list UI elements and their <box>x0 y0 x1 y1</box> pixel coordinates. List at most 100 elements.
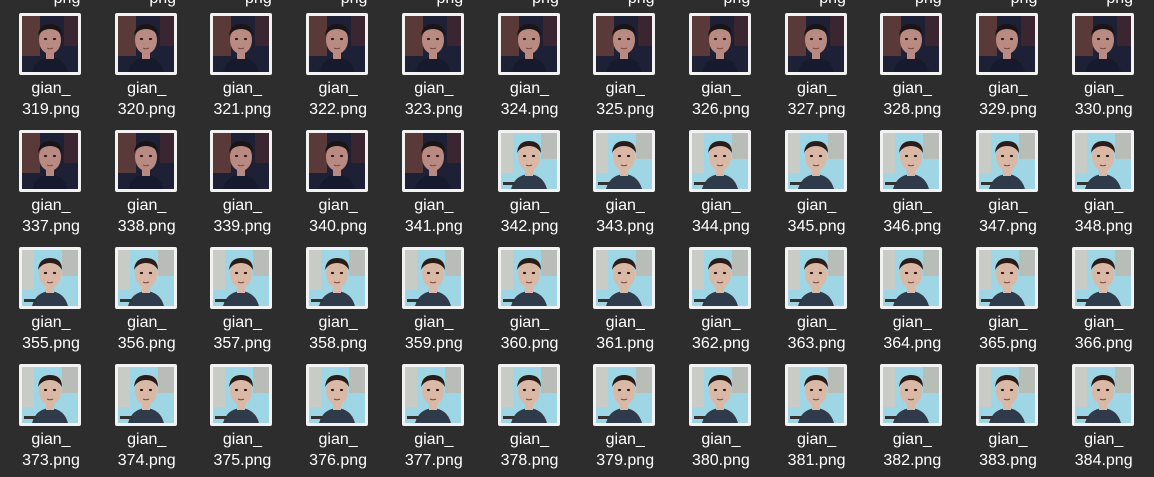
file-item[interactable]: gian_ 348.png <box>1056 130 1152 247</box>
file-item[interactable]: gian_ 321.png <box>194 13 290 130</box>
file-name-prefix: gian_ <box>318 314 358 331</box>
file-name-suffix: 343.png <box>596 218 655 235</box>
file-name-suffix: 325.png <box>596 101 655 118</box>
file-item[interactable]: gian_ 326.png <box>673 13 769 130</box>
file-item[interactable]: gian_ 345.png <box>769 130 865 247</box>
file-item[interactable]: gian_ 330.png <box>1056 13 1152 130</box>
file-name-label: gian_ 361.png <box>577 312 673 354</box>
file-item[interactable]: gian_ 341.png <box>386 130 482 247</box>
file-item[interactable]: gian_ 325.png <box>577 13 673 130</box>
file-name-suffix: 339.png <box>213 218 272 235</box>
file-name-label: gian_ 342.png <box>482 195 578 237</box>
file-item[interactable]: gian_ 344.png <box>673 130 769 247</box>
image-thumbnail-icon <box>19 364 81 426</box>
file-label-partial: png <box>785 0 881 9</box>
file-item[interactable]: gian_ 383.png <box>960 364 1056 477</box>
file-name-label: gian_ 348.png <box>1056 195 1152 237</box>
file-name-label: gian_ 356.png <box>99 312 195 354</box>
file-name-label: gian_ 344.png <box>673 195 769 237</box>
file-name-label: gian_ 341.png <box>386 195 482 237</box>
image-thumbnail-icon <box>1071 130 1134 192</box>
file-name-suffix: 376.png <box>309 452 368 469</box>
image-thumbnail-icon <box>593 247 656 309</box>
file-item[interactable]: gian_ 324.png <box>482 13 578 130</box>
image-thumbnail-icon <box>688 13 751 75</box>
image-thumbnail-icon <box>210 364 273 426</box>
image-thumbnail-icon <box>497 364 560 426</box>
file-name-suffix: 328.png <box>883 101 942 118</box>
file-item[interactable]: gian_ 378.png <box>482 364 578 477</box>
file-name-suffix: 319.png <box>22 101 80 118</box>
file-name-suffix: 327.png <box>787 101 846 118</box>
file-item[interactable]: gian_ 323.png <box>386 13 482 130</box>
file-name-label: gian_ 378.png <box>482 429 578 471</box>
file-item[interactable]: gian_ 362.png <box>673 247 769 364</box>
file-name-label: gian_ 325.png <box>577 78 673 120</box>
file-item[interactable]: gian_ 375.png <box>194 364 290 477</box>
file-item[interactable]: gian_ 339.png <box>194 130 290 247</box>
file-item[interactable]: gian_ 379.png <box>577 364 673 477</box>
file-item[interactable]: gian_ 373.png <box>3 364 99 477</box>
image-thumbnail-icon <box>784 364 847 426</box>
file-name-prefix: gian_ <box>222 314 262 331</box>
file-item[interactable]: gian_ 381.png <box>769 364 865 477</box>
file-item[interactable]: gian_ 380.png <box>673 364 769 477</box>
file-name-prefix: gian_ <box>31 197 71 214</box>
file-item[interactable]: gian_ 360.png <box>482 247 578 364</box>
file-item[interactable]: gian_ 366.png <box>1056 247 1152 364</box>
file-item[interactable]: gian_ 347.png <box>960 130 1056 247</box>
file-item[interactable]: gian_ 355.png <box>3 247 99 364</box>
file-item[interactable]: gian_ 376.png <box>290 364 386 477</box>
file-label-partial: png <box>498 0 594 9</box>
image-thumbnail-icon <box>976 13 1038 75</box>
file-item[interactable]: gian_ 329.png <box>960 13 1056 130</box>
file-name-label: gian_ 381.png <box>769 429 865 471</box>
file-item[interactable]: gian_ 364.png <box>864 247 960 364</box>
file-item[interactable]: gian_ 322.png <box>290 13 386 130</box>
image-thumbnail-icon <box>497 247 560 309</box>
file-item[interactable]: gian_ 377.png <box>386 364 482 477</box>
file-name-prefix: gian_ <box>605 431 645 448</box>
image-thumbnail-icon <box>976 130 1038 192</box>
file-name-suffix: 321.png <box>213 101 272 118</box>
file-name-suffix: 382.png <box>883 452 942 469</box>
file-item[interactable]: gian_ 359.png <box>386 247 482 364</box>
file-item[interactable]: gian_ 338.png <box>99 130 195 247</box>
file-item[interactable]: gian_ 365.png <box>960 247 1056 364</box>
file-item[interactable]: gian_ 319.png <box>3 13 99 130</box>
file-item[interactable]: gian_ 384.png <box>1056 364 1152 477</box>
file-name-prefix: gian_ <box>222 197 262 214</box>
file-name-suffix: 338.png <box>117 218 176 235</box>
file-name-label: gian_ 365.png <box>960 312 1056 354</box>
file-item[interactable]: gian_ 346.png <box>864 130 960 247</box>
file-name-suffix: 375.png <box>213 452 272 469</box>
file-item[interactable]: gian_ 343.png <box>577 130 673 247</box>
file-item[interactable]: gian_ 340.png <box>290 130 386 247</box>
image-thumbnail-icon <box>1071 13 1134 75</box>
file-name-prefix: gian_ <box>988 431 1028 448</box>
file-item[interactable]: gian_ 357.png <box>194 247 290 364</box>
file-item[interactable]: gian_ 363.png <box>769 247 865 364</box>
file-item[interactable]: gian_ 320.png <box>99 13 195 130</box>
file-name-prefix: gian_ <box>1084 314 1124 331</box>
image-thumbnail-icon <box>19 247 81 309</box>
file-item[interactable]: gian_ 356.png <box>99 247 195 364</box>
file-item[interactable]: gian_ 342.png <box>482 130 578 247</box>
file-name-label: gian_ 345.png <box>769 195 865 237</box>
file-item[interactable]: gian_ 382.png <box>864 364 960 477</box>
file-name-label: gian_ 375.png <box>194 429 290 471</box>
file-item[interactable]: gian_ 361.png <box>577 247 673 364</box>
image-thumbnail-icon <box>880 130 943 192</box>
image-thumbnail-icon <box>1071 364 1134 426</box>
file-item[interactable]: gian_ 374.png <box>99 364 195 477</box>
file-item[interactable]: gian_ 337.png <box>3 130 99 247</box>
file-item[interactable]: gian_ 358.png <box>290 247 386 364</box>
file-name-suffix: 341.png <box>404 218 463 235</box>
file-name-label: gian_ 374.png <box>99 429 195 471</box>
file-item[interactable]: gian_ 327.png <box>769 13 865 130</box>
image-thumbnail-icon <box>306 13 369 75</box>
file-item[interactable]: gian_ 328.png <box>864 13 960 130</box>
image-thumbnail-icon <box>593 364 656 426</box>
file-name-label: gian_ 330.png <box>1056 78 1152 120</box>
file-name-label: gian_ 357.png <box>194 312 290 354</box>
